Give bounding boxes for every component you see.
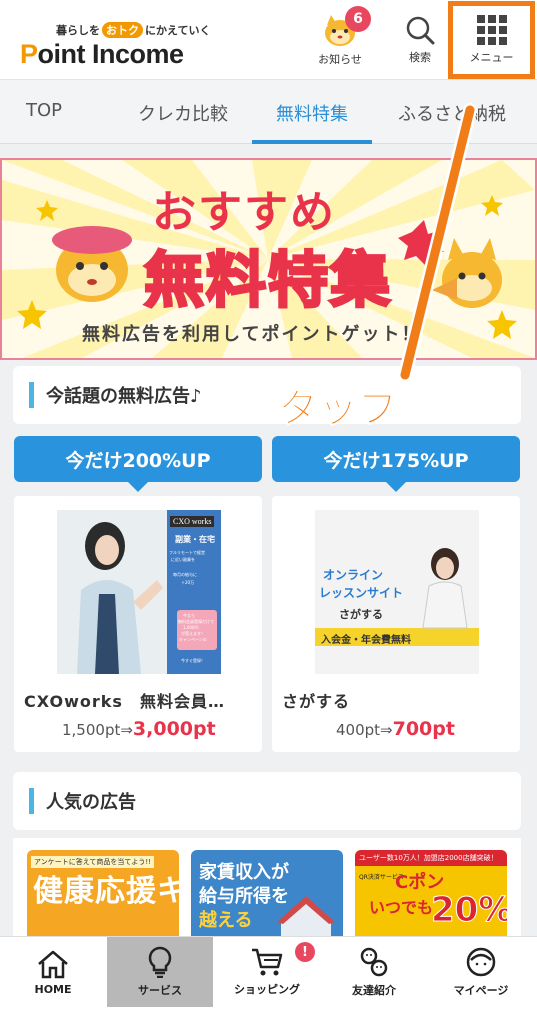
thumb-strip: 入会金・年会費無料 [321, 635, 411, 646]
nav-mypage[interactable]: マイページ [428, 937, 534, 1007]
house-icon [277, 896, 335, 936]
offer-name: さがする [282, 692, 351, 711]
popular-ad-health[interactable]: アンケートに答えて商品を当てよう!! 健康応援キャンペーン [27, 850, 179, 936]
ad-headline: 家賃収入が [199, 862, 289, 883]
thumb-line: オンライン [323, 568, 384, 582]
app-header: 暮らしを おトク にかえていく Point Income お知らせ 6 検索 メ… [0, 0, 537, 80]
ad-caption: アンケートに答えて商品を当てよう!! [31, 856, 154, 868]
friends-icon [360, 947, 388, 977]
promo-pill: 今だけ175%UP [272, 436, 520, 492]
nav-invite-friends[interactable]: 友達紹介 [321, 937, 427, 1007]
trending-free-ads-header: 今話題の無料広告♪ [13, 366, 521, 424]
offer-thumbnail: オンライン レッスンサイト さがする 入会金・年会費無料 [315, 510, 479, 674]
shopping-alert-badge: ! [295, 942, 315, 962]
thumb-line: レッスンサイト [319, 586, 404, 600]
cart-icon [252, 948, 283, 976]
nav-service[interactable]: サービス [107, 937, 213, 1007]
thumb-text: キャンペーンの [179, 637, 207, 642]
offer-card-cxoworks[interactable]: CXO works 副業・在宅 フルリモートで経営 に近い副業を 毎月の給与に … [14, 496, 262, 752]
tab-top[interactable]: TOP [26, 100, 62, 121]
offer-thumbnail: CXO works 副業・在宅 フルリモートで経営 に近い副業を 毎月の給与に … [57, 510, 221, 674]
offer-points: 400pt⇒700pt [336, 718, 455, 740]
tab-credit-card[interactable]: クレカ比較 [138, 100, 228, 126]
offer-card-sagasuru[interactable]: オンライン レッスンサイト さがする 入会金・年会費無料 さがする 400pt⇒… [272, 496, 520, 752]
banner-subtitle: 無料広告を利用してポイントゲット！ [82, 324, 422, 345]
ad-caption: いつでも [369, 898, 434, 917]
search-icon [406, 16, 435, 45]
promo-pill: 今だけ200%UP [14, 436, 262, 492]
nav-home[interactable]: HOME [0, 937, 106, 1007]
grid-menu-icon [476, 15, 507, 45]
home-icon [38, 950, 68, 978]
menu-label: メニュー [469, 51, 514, 64]
notice-label: お知らせ [318, 53, 362, 66]
popular-ad-cpon[interactable]: ユーザー数10万人！加盟店2000店舗突破！ QR決済サービス Cポン いつでも… [355, 850, 507, 936]
active-tab-indicator [252, 140, 372, 144]
popular-ads-row: アンケートに答えて商品を当てよう!! 健康応援キャンペーン 家賃収入が 給与所得… [13, 838, 521, 936]
section-accent-bar [29, 788, 34, 814]
thumb-text: 今すぐ登録！ [181, 658, 205, 663]
search-label: 検索 [409, 51, 431, 64]
bottom-navigation: HOME サービス ショッピング 友達紹介 マイページ [0, 936, 537, 1024]
banner-title-line1: おすすめ [152, 187, 336, 238]
thumb-text: フルリモートで経営 [169, 550, 205, 555]
category-tabs: TOP クレカ比較 無料特集 ふるさと納税 [0, 80, 537, 144]
ad-caption: QR決済サービス [359, 874, 404, 881]
thumb-brand: CXO works [170, 516, 215, 527]
banner-title-line2: 無料特集 [143, 245, 392, 318]
thumb-sub: 副業・在宅 [175, 535, 215, 544]
tab-furusato[interactable]: ふるさと納税 [398, 100, 506, 126]
section-accent-bar [29, 382, 34, 408]
section-title: 今話題の無料広告♪ [46, 386, 202, 407]
logo-tagline: 暮らしを おトク にかえていく [56, 22, 211, 38]
ad-caption: ユーザー数10万人！加盟店2000店舗突破！ [359, 854, 498, 862]
thumb-text: に近い副業を [171, 557, 195, 562]
ad-percent: 20% [430, 890, 507, 931]
popular-ad-rent[interactable]: 家賃収入が 給与所得を 越える [191, 850, 343, 936]
free-feature-banner[interactable]: おすすめ 無料特集 無料広告を利用してポイントゲット！ [0, 158, 537, 360]
popular-ads-header: 人気の広告 [13, 772, 521, 830]
thumb-brand: さがする [339, 608, 383, 621]
notice-count-badge: 6 [345, 6, 371, 32]
search-button[interactable]: 検索 [390, 0, 450, 80]
section-title: 人気の広告 [46, 792, 136, 813]
tap-annotation-label: タップ [278, 386, 399, 433]
menu-button[interactable]: メニュー [448, 1, 535, 79]
ad-headline: 健康応援キャンペーン [33, 874, 179, 909]
offer-name: CXOworks 無料会員… [24, 692, 225, 711]
thumb-text: ＋20万 [181, 580, 195, 585]
tab-free-feature[interactable]: 無料特集 [276, 100, 348, 126]
offer-points: 1,500pt⇒3,000pt [62, 718, 216, 740]
lightbulb-icon [148, 946, 172, 978]
mypage-icon [466, 947, 496, 977]
ad-headline: 越える [199, 910, 253, 931]
logo-wordmark: Point Income [20, 39, 184, 69]
point-income-logo[interactable]: 暮らしを おトク にかえていく Point Income [20, 22, 210, 70]
thumb-text: 毎月の給与に [173, 572, 197, 577]
